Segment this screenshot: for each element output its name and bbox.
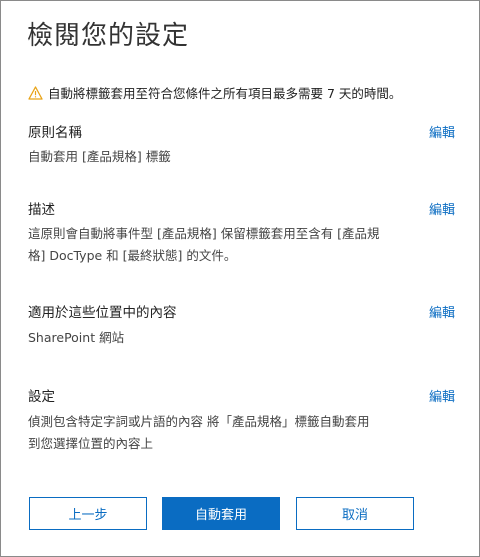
edit-locations-link[interactable]: 編輯: [429, 302, 455, 321]
section-value-description: 這原則會自動將事件型 [產品規格] 保留標籤套用至含有 [產品規 格] DocT…: [28, 223, 380, 267]
page-title: 檢閱您的設定: [27, 21, 190, 51]
section-heading-policy-name: 原則名稱: [28, 125, 82, 141]
edit-settings-link[interactable]: 編輯: [429, 386, 455, 405]
section-value-locations: SharePoint 網站: [28, 327, 124, 349]
warning-icon: [28, 85, 43, 100]
auto-apply-button[interactable]: 自動套用: [162, 497, 280, 530]
section-value-policy-name: 自動套用 [產品規格] 標籤: [28, 146, 171, 168]
section-heading-description: 描述: [28, 202, 55, 218]
section-line: 自動套用 [產品規格] 標籤: [28, 149, 171, 164]
notice-text: 自動將標籤套用至符合您條件之所有項目最多需要 7 天的時間。: [48, 86, 402, 101]
section-heading-locations: 適用於這些位置中的內容: [28, 305, 177, 321]
section-line: 格] DocType 和 [最終狀態] 的文件。: [28, 248, 237, 263]
section-line: 偵測包含特定字詞或片語的內容 將「產品規格」標籤自動套用: [28, 414, 370, 429]
section-value-settings: 偵測包含特定字詞或片語的內容 將「產品規格」標籤自動套用 到您選擇位置的內容上: [28, 411, 369, 455]
edit-description-link[interactable]: 編輯: [429, 199, 455, 218]
section-heading-settings: 設定: [28, 389, 55, 405]
cancel-button[interactable]: 取消: [296, 497, 414, 530]
edit-policy-name-link[interactable]: 編輯: [429, 122, 455, 141]
section-line: 到您選擇位置的內容上: [28, 436, 154, 451]
review-settings-panel: 檢閱您的設定 自動將標籤套用至符合您條件之所有項目最多需要 7 天的時間。 原則…: [0, 0, 480, 557]
section-line: 這原則會自動將事件型 [產品規格] 保留標籤套用至含有 [產品規: [28, 226, 380, 241]
back-button[interactable]: 上一步: [29, 497, 147, 530]
section-line: SharePoint 網站: [28, 330, 125, 345]
notice-banner: 自動將標籤套用至符合您條件之所有項目最多需要 7 天的時間。: [28, 83, 401, 102]
